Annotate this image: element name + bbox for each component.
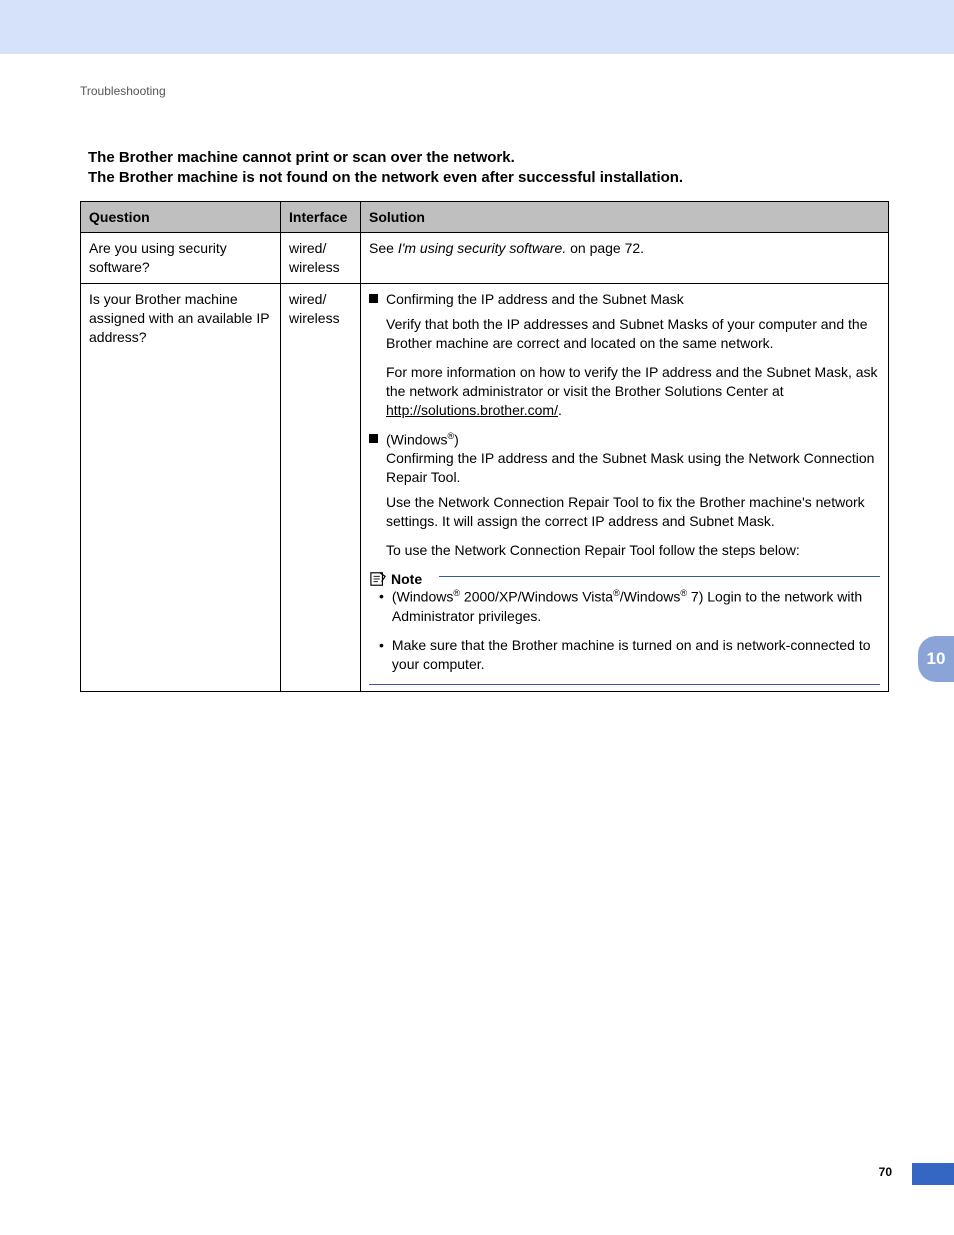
chapter-tab: 10	[918, 636, 954, 682]
cell-question: Are you using security software?	[81, 233, 281, 284]
text: (Windows	[392, 589, 453, 605]
list-text: (Windows® 2000/XP/Windows Vista®/Windows…	[392, 587, 880, 625]
page-number: 70	[879, 1165, 892, 1179]
header-interface: Interface	[281, 201, 361, 233]
note-header: Note	[369, 570, 880, 589]
note-label: Note	[391, 570, 422, 589]
title-line-2: The Brother machine is not found on the …	[88, 169, 683, 186]
bullet-dot-icon: •	[379, 587, 384, 625]
paragraph: Verify that both the IP addresses and Su…	[386, 315, 880, 353]
square-bullet-icon	[369, 434, 378, 443]
square-bullet-icon	[369, 294, 378, 303]
header-question: Question	[81, 201, 281, 233]
header-band	[0, 0, 954, 54]
note-rule	[369, 684, 880, 685]
cell-solution: Confirming the IP address and the Subnet…	[361, 284, 889, 691]
cell-interface: wired/ wireless	[281, 233, 361, 284]
section-title: The Brother machine cannot print or scan…	[88, 148, 889, 189]
text: /Windows	[620, 589, 681, 605]
note-icon	[369, 571, 387, 587]
table-row: Is your Brother machine assigned with an…	[81, 284, 889, 691]
table-header-row: Question Interface Solution	[81, 201, 889, 233]
note-block: Note • (Windows® 2000/XP/Windows Vista®/…	[369, 570, 880, 685]
paragraph: For more information on how to verify th…	[386, 363, 880, 420]
text: .	[558, 402, 562, 418]
text: )	[454, 431, 459, 447]
table-row: Are you using security software? wired/ …	[81, 233, 889, 284]
footer-accent	[912, 1163, 954, 1185]
list-item: • (Windows® 2000/XP/Windows Vista®/Windo…	[379, 587, 880, 625]
text: 2000/XP/Windows Vista	[460, 589, 613, 605]
text: Confirming the IP address and the Subnet…	[386, 450, 874, 485]
text: (Windows	[386, 431, 447, 447]
cell-question: Is your Brother machine assigned with an…	[81, 284, 281, 691]
bullet-text: Confirming the IP address and the Subnet…	[386, 290, 684, 309]
solution-prefix: See	[369, 240, 398, 256]
cell-solution: See I'm using security software. on page…	[361, 233, 889, 284]
bullet-item: Confirming the IP address and the Subnet…	[369, 290, 880, 309]
solution-link[interactable]: I'm using security software.	[398, 240, 566, 256]
troubleshooting-table: Question Interface Solution Are you usin…	[80, 201, 889, 692]
url-link[interactable]: http://solutions.brother.com/	[386, 402, 558, 418]
page-content: Troubleshooting The Brother machine cann…	[0, 54, 954, 692]
header-solution: Solution	[361, 201, 889, 233]
bullet-dot-icon: •	[379, 636, 384, 674]
title-line-1: The Brother machine cannot print or scan…	[88, 149, 515, 166]
note-rule	[369, 576, 880, 577]
list-item: • Make sure that the Brother machine is …	[379, 636, 880, 674]
text: For more information on how to verify th…	[386, 364, 878, 399]
paragraph: Use the Network Connection Repair Tool t…	[386, 493, 880, 531]
cell-interface: wired/ wireless	[281, 284, 361, 691]
bullet-text: (Windows®) Confirming the IP address and…	[386, 430, 880, 487]
breadcrumb: Troubleshooting	[80, 84, 889, 98]
registered-icon: ®	[613, 588, 620, 598]
note-list: • (Windows® 2000/XP/Windows Vista®/Windo…	[379, 587, 880, 673]
solution-suffix: on page 72.	[566, 240, 644, 256]
paragraph: To use the Network Connection Repair Too…	[386, 541, 880, 560]
list-text: Make sure that the Brother machine is tu…	[392, 636, 880, 674]
bullet-item: (Windows®) Confirming the IP address and…	[369, 430, 880, 487]
